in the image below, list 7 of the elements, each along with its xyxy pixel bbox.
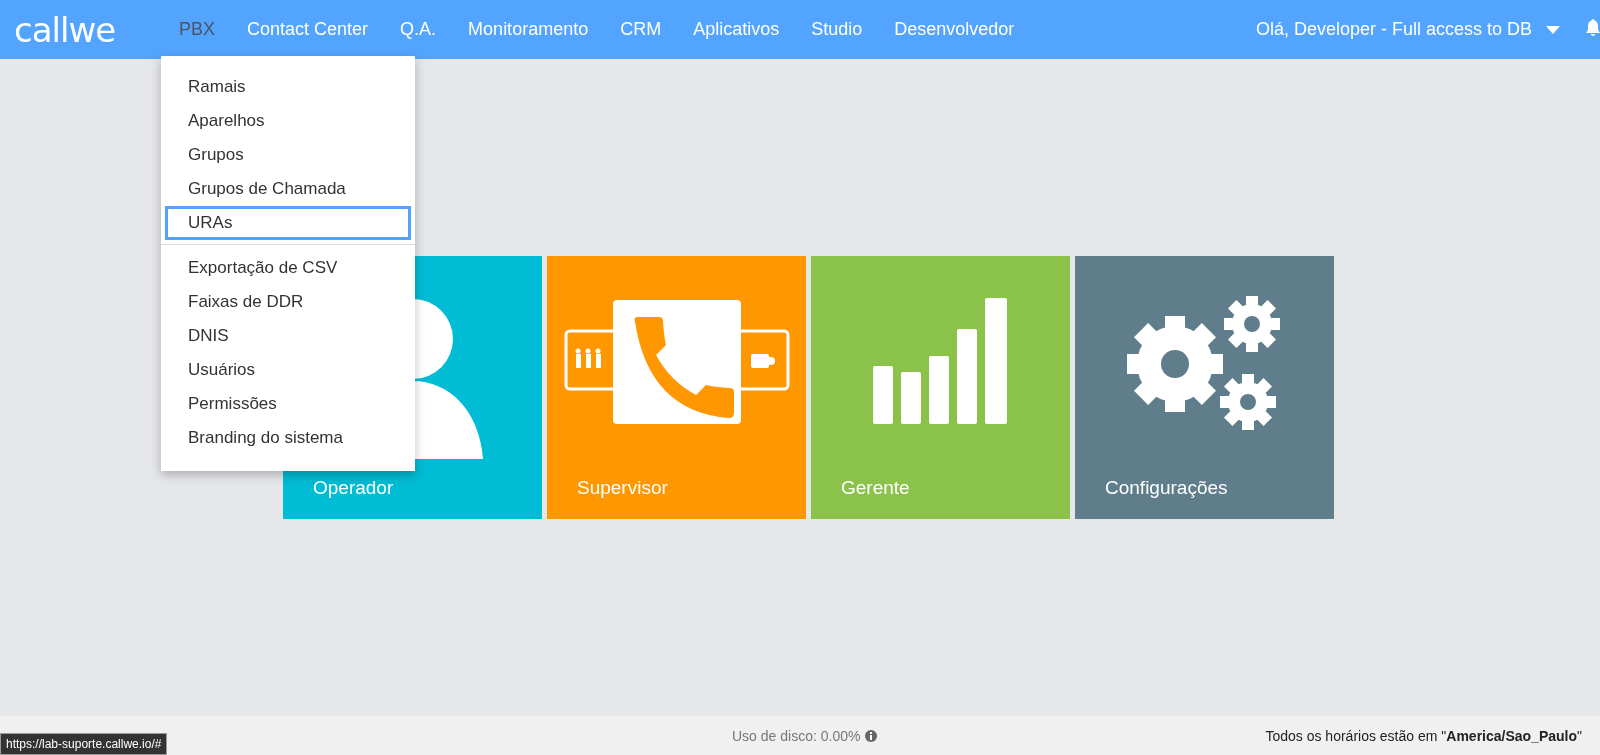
tile-label: Configurações <box>1105 477 1228 499</box>
tile-label: Gerente <box>841 477 910 499</box>
timezone-text: Todos os horários estão em "America/Sao_Paulo" <box>1265 727 1582 744</box>
tile-label: Supervisor <box>577 477 668 499</box>
status-url-tooltip: https://lab-suporte.callwe.io/# <box>0 733 168 755</box>
disk-usage-text: Uso de disco: 0.00% <box>732 727 861 744</box>
tile-label: Operador <box>313 477 394 499</box>
